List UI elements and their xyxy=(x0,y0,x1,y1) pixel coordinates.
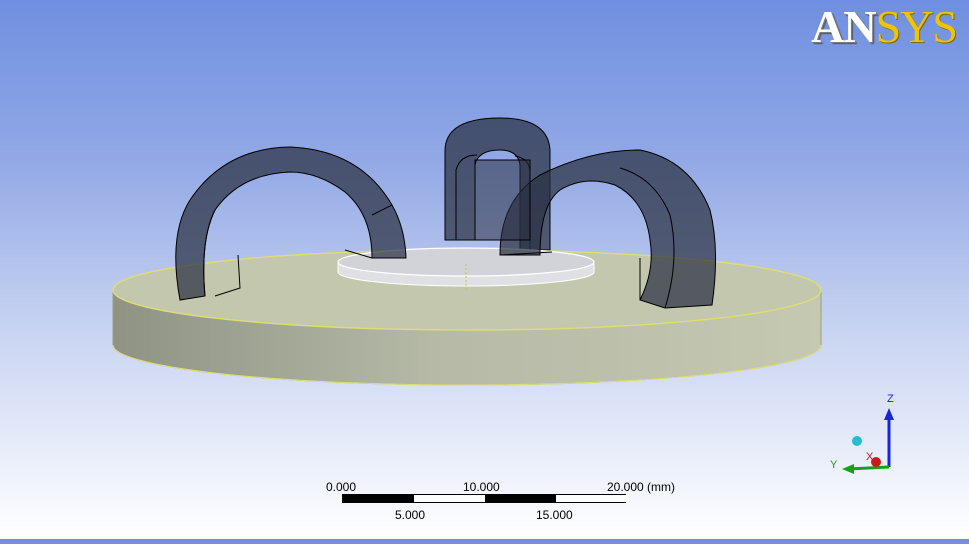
scale-label-0: 0.000 xyxy=(326,480,357,494)
graphics-viewport[interactable]: ANSYS 0.000 10.000 20.000 (mm) 5.000 15.… xyxy=(0,0,969,539)
scale-ruler: 0.000 10.000 20.000 (mm) 5.000 15.000 xyxy=(300,478,720,528)
logo-text-sys: SYS xyxy=(875,1,958,52)
ansys-logo: ANSYS xyxy=(811,1,958,52)
center-arch-front[interactable] xyxy=(474,159,531,241)
axis-z-label: Z xyxy=(887,393,894,405)
scale-label-10: 10.000 xyxy=(463,480,500,494)
scale-label-5: 5.000 xyxy=(395,508,426,522)
axis-y-label: Y xyxy=(830,459,838,471)
scale-label-20: 20.000 (mm) xyxy=(607,480,676,494)
scale-label-15: 15.000 xyxy=(536,508,573,522)
scale-bar xyxy=(342,494,627,503)
axis-triad[interactable]: Z Y X xyxy=(820,390,910,480)
logo-text-an: AN xyxy=(811,1,876,52)
axis-x-label: X xyxy=(866,451,874,463)
